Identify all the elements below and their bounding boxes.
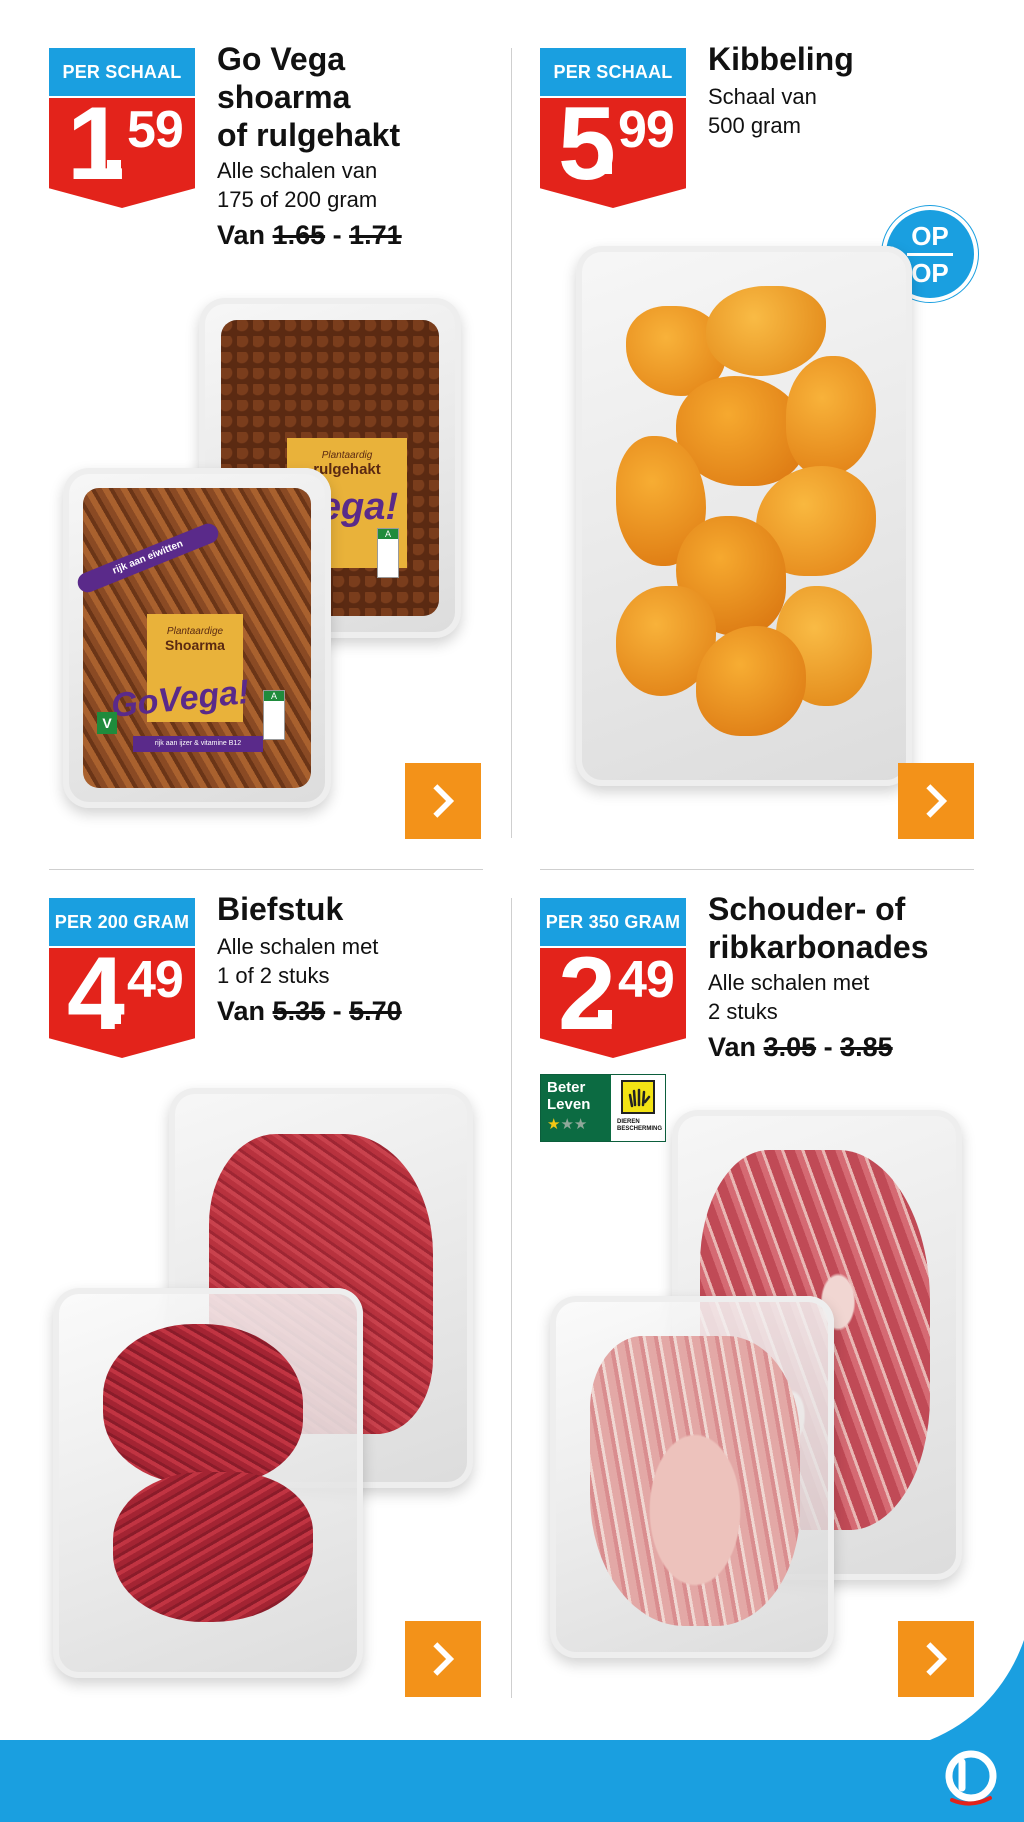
unit-badge: PER 350 GRAM	[540, 898, 686, 946]
footer-wave	[0, 1640, 1024, 1750]
unit-badge: PER SCHAAL	[540, 48, 686, 96]
product-title: Kibbeling	[708, 40, 854, 78]
product-title: Biefstuk	[217, 890, 343, 928]
description-line: 500 gram	[708, 113, 801, 138]
price-decimal: 49	[127, 951, 184, 1009]
price-decimal: 59	[127, 101, 184, 159]
old-price-separator: -	[332, 996, 342, 1026]
title-line: Kibbeling	[708, 41, 854, 77]
pack-subtitle: Plantaardig	[321, 450, 373, 461]
price-tag: 1 59	[49, 98, 195, 208]
view-offer-button[interactable]	[898, 763, 974, 839]
price-decimal: 99	[618, 101, 675, 159]
description-line: Schaal van	[708, 84, 817, 109]
price-decimal-dot	[107, 160, 121, 174]
price-decimal: 49	[618, 951, 675, 1009]
old-price-separator: -	[823, 1032, 833, 1062]
offer-kibbeling: PER SCHAAL 5 99 Kibbeling Schaal van 500…	[540, 41, 1010, 868]
price-tag: 5 99	[540, 98, 686, 208]
label-line: Beter	[547, 1079, 586, 1096]
nutriscore-icon: A	[263, 690, 285, 740]
pack-subtitle: Plantaardige	[166, 626, 224, 637]
price-decimal-dot	[598, 1010, 612, 1024]
title-line: Biefstuk	[217, 891, 344, 927]
chevron-right-icon	[926, 784, 948, 818]
row-divider-right	[540, 869, 974, 870]
description-line: 1 of 2 stuks	[217, 963, 330, 988]
old-price: 3.85	[840, 1032, 893, 1062]
tray-shoarma: rijk aan eiwitten Plantaardige Shoarma G…	[63, 468, 331, 808]
old-price: 1.65	[272, 220, 326, 250]
price-integer: 2	[558, 936, 616, 1052]
unit-badge: PER SCHAAL	[49, 48, 195, 96]
steak-front-top	[103, 1324, 303, 1484]
offer-biefstuk: PER 200 GRAM 4 49 Biefstuk Alle schalen …	[49, 891, 519, 1718]
description-line: 175 of 200 gram	[217, 187, 378, 212]
vegan-icon: V	[97, 712, 117, 734]
title-line: Go Vega	[217, 41, 346, 77]
price-decimal-dot	[598, 160, 612, 174]
price-integer: 1	[67, 86, 125, 202]
price-integer: 5	[558, 86, 616, 202]
nutriscore-icon: A	[377, 528, 399, 578]
old-price: 3.05	[763, 1032, 817, 1062]
offer-go-vega: PER SCHAAL 1 59 Go Vega shoarma of rulge…	[49, 41, 519, 868]
store-logo-icon	[940, 1748, 1002, 1810]
original-price: Van 5.35 - 5.70	[217, 996, 402, 1027]
vitamin-strip: rijk aan ijzer & vitamine B12	[133, 736, 263, 752]
product-title: Go Vega shoarma of rulgehakt	[217, 40, 400, 154]
view-offer-button[interactable]	[405, 763, 481, 839]
van-label: Van	[217, 996, 266, 1026]
badge-text: OP	[911, 257, 949, 288]
title-line: Schouder- of	[708, 891, 906, 927]
description-line: 2 stuks	[708, 999, 778, 1024]
description-line: Alle schalen van	[217, 158, 378, 183]
badge-text: OP	[911, 220, 949, 251]
product-title: Schouder- of ribkarbonades	[708, 890, 929, 966]
old-price: 5.35	[272, 996, 326, 1026]
old-price-separator: -	[332, 220, 342, 250]
footer-band	[0, 1740, 1024, 1822]
hand-icon	[621, 1080, 655, 1114]
chevron-right-icon	[433, 784, 455, 818]
product-description: Alle schalen van 175 of 200 gram	[217, 156, 377, 214]
product-image-karbonades	[550, 1110, 970, 1690]
original-price: Van 3.05 - 3.85	[708, 1032, 893, 1063]
pack-name: Shoarma	[165, 637, 225, 653]
van-label: Van	[708, 1032, 757, 1062]
title-line: of rulgehakt	[217, 117, 401, 153]
price-tag: 4 49	[49, 948, 195, 1058]
old-price: 5.70	[349, 996, 402, 1026]
price-integer: 4	[67, 936, 125, 1052]
van-label: Van	[217, 220, 266, 250]
old-price: 1.71	[349, 220, 402, 250]
chop-front	[590, 1336, 800, 1626]
price-decimal-dot	[107, 1010, 121, 1024]
kibbeling-product	[616, 286, 876, 746]
steak-front-bottom	[113, 1472, 313, 1622]
offer-karbonades: PER 350 GRAM 2 49 Schouder- of ribkarbon…	[540, 891, 1010, 1718]
badge-bar	[907, 252, 953, 256]
product-description: Alle schalen met 1 of 2 stuks	[217, 932, 378, 990]
price-tag: 2 49	[540, 948, 686, 1058]
title-line: shoarma	[217, 79, 351, 115]
row-divider-left	[49, 869, 483, 870]
product-description: Schaal van 500 gram	[708, 82, 817, 140]
nutriscore-grade: A	[264, 691, 284, 701]
product-image-biefstuk	[49, 1088, 479, 1688]
product-image-kibbeling	[576, 246, 912, 786]
product-description: Alle schalen met 2 stuks	[708, 968, 869, 1026]
nutriscore-grade: A	[378, 529, 398, 539]
unit-badge: PER 200 GRAM	[49, 898, 195, 946]
description-line: Alle schalen met	[708, 970, 870, 995]
original-price: Van 1.65 - 1.71	[217, 220, 402, 251]
description-line: Alle schalen met	[217, 934, 379, 959]
title-line: ribkarbonades	[708, 929, 929, 965]
